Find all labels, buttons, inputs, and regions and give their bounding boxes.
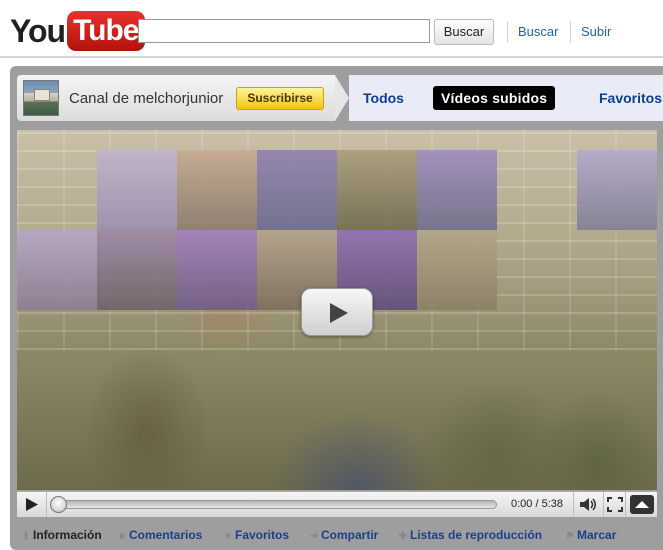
fullscreen-button[interactable] xyxy=(603,492,625,517)
mosaic-tile xyxy=(417,230,497,310)
play-icon xyxy=(330,303,348,323)
volume-icon xyxy=(580,498,596,511)
volume-button[interactable] xyxy=(573,492,603,517)
mosaic-tile xyxy=(97,150,177,230)
channel-info: Canal de melchorjunior Suscribirse xyxy=(17,75,335,121)
tab-marcar[interactable]: ⚑ Marcar xyxy=(565,524,617,546)
expand-icon xyxy=(635,501,649,508)
mosaic-tile xyxy=(337,150,417,230)
mosaic-tile xyxy=(17,230,97,310)
channel-navbar: Canal de melchorjunior Suscribirse Todos… xyxy=(17,75,663,121)
video-player[interactable] xyxy=(17,130,657,490)
mosaic-tile xyxy=(177,150,257,230)
tab-informacion[interactable]: ℹ Información xyxy=(21,524,102,546)
mosaic-tile xyxy=(417,150,497,230)
listas-label: Listas de reproducción xyxy=(410,528,543,542)
fullscreen-icon xyxy=(607,497,623,512)
subscribe-button[interactable]: Suscribirse xyxy=(236,87,324,110)
subir-link[interactable]: Subir xyxy=(581,24,611,40)
channel-name[interactable]: Canal de melchorjunior xyxy=(69,90,223,108)
breadcrumb-arrow xyxy=(335,75,349,121)
tab-comentarios[interactable]: ■ Comentarios xyxy=(117,524,202,546)
compartir-label: Compartir xyxy=(321,528,379,542)
logo-you-text: You xyxy=(10,13,66,49)
time-display: 0:00 / 5:38 xyxy=(511,498,563,510)
progress-scrubber[interactable] xyxy=(50,496,67,513)
share-arrow-icon: ➜ xyxy=(309,531,319,542)
favoritos-label: Favoritos xyxy=(235,528,290,542)
masthead: You Tube Buscar Buscar Subir xyxy=(0,0,663,62)
comentarios-label: Comentarios xyxy=(129,528,203,542)
avatar-building-image xyxy=(34,89,50,101)
informacion-label: Información xyxy=(33,528,102,542)
play-pause-button[interactable] xyxy=(17,492,47,517)
mosaic-tile xyxy=(97,230,177,310)
video-action-bar: ℹ Información ■ Comentarios ♥ Favoritos ➜ Co… xyxy=(17,524,663,546)
buscar-link[interactable]: Buscar xyxy=(518,24,558,40)
flag-icon: ⚑ xyxy=(565,531,575,542)
header-divider xyxy=(570,21,571,43)
info-icon: ℹ xyxy=(24,531,28,542)
channel-avatar[interactable] xyxy=(23,80,59,116)
play-icon xyxy=(26,498,38,511)
tab-listas-reproduccion[interactable]: ✚ Listas de reproducción xyxy=(398,524,542,546)
heart-icon: ♥ xyxy=(225,531,231,542)
marcar-label: Marcar xyxy=(577,528,617,542)
mosaic-tile xyxy=(577,150,657,230)
tab-favoritos[interactable]: Favoritos xyxy=(599,86,662,110)
search-button[interactable]: Buscar xyxy=(434,19,494,45)
search-input[interactable] xyxy=(138,19,430,43)
mosaic-tile xyxy=(177,230,257,310)
channel-tabs: Todos Vídeos subidos Favoritos xyxy=(349,75,663,121)
tab-compartir[interactable]: ➜ Compartir xyxy=(309,524,379,546)
logo-tube-text: Tube xyxy=(67,11,145,51)
header-separator xyxy=(0,56,663,58)
plus-icon: ✚ xyxy=(398,531,408,542)
tab-videos-subidos[interactable]: Vídeos subidos xyxy=(433,86,556,110)
tab-favoritos-action[interactable]: ♥ Favoritos xyxy=(223,524,289,546)
comment-icon: ■ xyxy=(118,531,126,542)
player-controls: 0:00 / 5:38 xyxy=(17,491,657,517)
big-play-button[interactable] xyxy=(301,288,373,336)
progress-bar[interactable] xyxy=(57,500,497,509)
header-divider xyxy=(507,21,508,43)
tab-todos[interactable]: Todos xyxy=(363,86,404,110)
youtube-logo[interactable]: You Tube xyxy=(10,11,145,51)
player-size-button[interactable] xyxy=(625,492,657,517)
mosaic-tile xyxy=(257,150,337,230)
